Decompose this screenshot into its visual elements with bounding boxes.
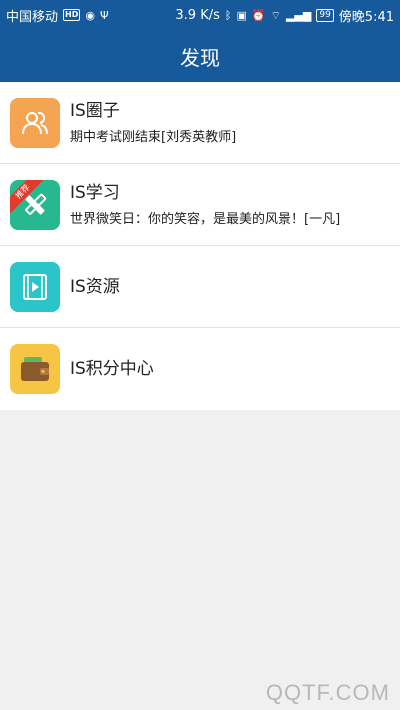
wifi-icon: ⌔	[270, 8, 281, 22]
list-item-resources[interactable]: IS资源	[0, 246, 400, 328]
list-item-points-center[interactable]: IS积分中心	[0, 328, 400, 410]
pencil-ruler-icon: 推荐	[10, 179, 60, 230]
item-title: IS资源	[70, 276, 120, 297]
notification-icon: ◉	[85, 8, 95, 22]
list-item-circle[interactable]: IS圈子 期中考试刚结束[刘秀英教师]	[0, 82, 400, 164]
item-subtitle: 期中考试刚结束[刘秀英教师]	[70, 129, 237, 145]
video-icon	[10, 261, 60, 312]
clock: 傍晚5:41	[338, 9, 394, 25]
alarm-icon: ⏰	[251, 8, 266, 22]
item-subtitle: 世界微笑日：你的笑容，是最美的风景！[一凡]	[70, 211, 341, 227]
discover-list: IS圈子 期中考试刚结束[刘秀英教师] 推荐 IS学习 世界微笑日：你的笑容，是…	[0, 82, 400, 410]
status-bar: 中国移动 HD ◉ Ψ 3.9 K/s ᛒ ▣ ⏰ ⌔ ▂▄▆ 99 傍晚5:4…	[0, 0, 400, 30]
title-bar: 发现	[0, 30, 400, 82]
wallet-icon	[10, 344, 60, 394]
battery-indicator: 99	[316, 8, 334, 22]
watermark: QQTF.COM	[265, 680, 390, 705]
item-title: IS积分中心	[70, 359, 154, 379]
signal-icon: ▂▄▆	[285, 8, 312, 22]
users-icon	[10, 97, 60, 148]
list-item-study[interactable]: 推荐 IS学习 世界微笑日：你的笑容，是最美的风景！[一凡]	[0, 164, 400, 246]
item-title: IS圈子	[70, 100, 120, 121]
bluetooth-icon: ᛒ	[224, 8, 232, 22]
usb-icon: Ψ	[99, 8, 109, 22]
page-title: 发现	[180, 45, 220, 70]
hd-badge: HD	[63, 9, 81, 21]
carrier-label: 中国移动	[6, 9, 59, 25]
item-title: IS学习	[70, 182, 120, 203]
network-speed: 3.9 K/s	[175, 7, 220, 23]
nfc-icon: ▣	[236, 8, 247, 22]
